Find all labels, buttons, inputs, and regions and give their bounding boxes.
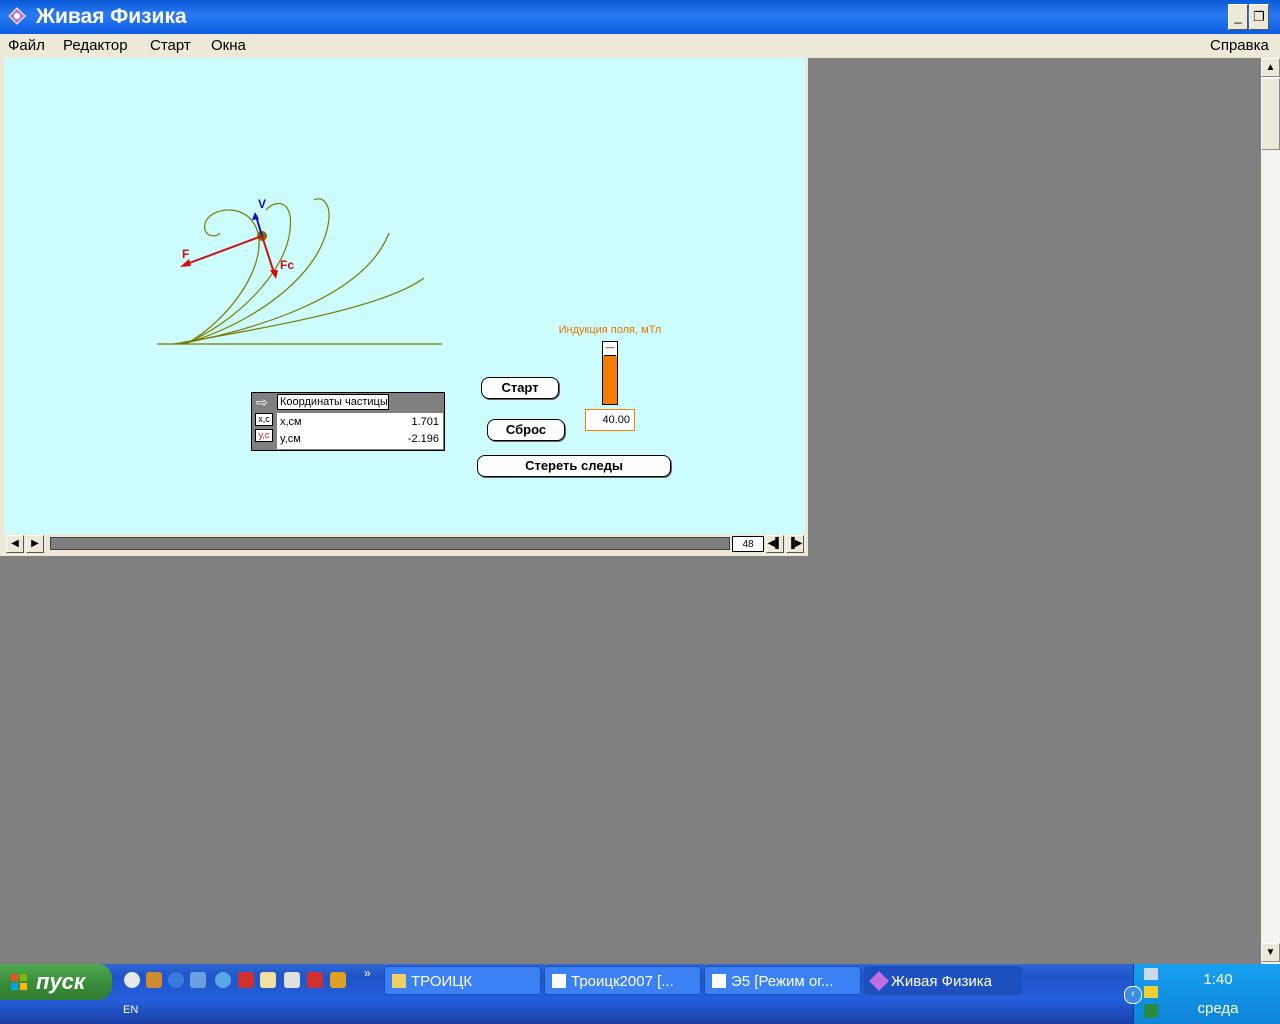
task-troitsk2007[interactable]: Троицк2007 [... — [544, 966, 701, 995]
reset-button[interactable]: Сброс — [487, 419, 565, 441]
explorer-icon[interactable] — [190, 972, 206, 988]
trajectory-3 — [181, 198, 330, 345]
tag-y: y,c — [255, 429, 273, 442]
coord-value-x: 1.701 — [411, 416, 439, 428]
start-label: пуск — [36, 969, 86, 994]
title-bar: Живая Физика _ ❐ — [0, 0, 1280, 34]
security-tray-icon[interactable] — [1144, 986, 1158, 998]
start-menu-button[interactable]: пуск — [0, 964, 112, 1000]
app-tray-icon[interactable] — [1144, 1004, 1158, 1018]
simulation-window: F Fc V ⇨ Координаты частицы x,c y,c x,см… — [0, 58, 808, 556]
step-back-icon[interactable]: ◀ — [6, 535, 24, 553]
folder-icon — [392, 974, 406, 988]
rewind-icon[interactable]: ◀▌ — [766, 535, 784, 553]
help-icon[interactable] — [307, 972, 323, 988]
timeline-track[interactable] — [50, 537, 730, 550]
open-book-icon[interactable] — [260, 972, 276, 988]
coordinates-table: x,см 1.701 y,см -2.196 — [277, 413, 443, 449]
vertical-scrollbar[interactable]: ▲ ▼ — [1261, 58, 1280, 964]
menu-edit[interactable]: Редактор — [63, 37, 128, 54]
network-tray-icon[interactable] — [1144, 968, 1158, 980]
media-player-icon[interactable] — [124, 972, 140, 988]
coordinates-title: Координаты частицы — [277, 394, 389, 410]
field-slider-fill — [603, 355, 617, 404]
clock-time[interactable]: 1:40 — [1194, 971, 1242, 988]
menu-start[interactable]: Старт — [150, 37, 191, 54]
internet-explorer-icon[interactable] — [168, 972, 184, 988]
clear-traces-button[interactable]: Стереть следы — [477, 455, 671, 477]
app-icon — [8, 7, 26, 25]
force-vector-f — [183, 235, 263, 266]
minimize-button[interactable]: _ — [1228, 4, 1248, 30]
zhivaya-fizika-icon — [869, 971, 889, 991]
taskbar: пуск » ТРОИЦК Троицк2007 [... Э5 [Режим … — [0, 964, 1280, 1024]
clock-day: среда — [1197, 1000, 1239, 1017]
field-slider-label: Индукция поля, мТл — [558, 324, 662, 336]
arrow-right-icon[interactable]: ⇨ — [256, 395, 274, 409]
chevron-more-icon[interactable]: » — [364, 966, 371, 980]
field-slider[interactable]: — — [602, 341, 618, 405]
label-v: V — [258, 197, 266, 211]
coord-row-x: x,см 1.701 — [277, 414, 443, 431]
timeline-bar: ◀ ▶ 48 ◀▌ ▐▶ — [4, 534, 805, 555]
scroll-down-icon[interactable]: ▼ — [1261, 943, 1280, 962]
menu-bar: Файл Редактор Старт Окна Справка — [0, 34, 1280, 58]
window-title: Живая Физика — [36, 5, 187, 28]
fast-forward-icon[interactable]: ▐▶ — [786, 535, 804, 553]
scroll-thumb[interactable] — [1261, 78, 1280, 150]
simulation-canvas[interactable]: F Fc V — [4, 58, 805, 534]
task-label: Живая Физика — [891, 973, 992, 990]
field-value-input[interactable]: 40.00 — [585, 409, 635, 431]
task-troitsk[interactable]: ТРОИЦК — [384, 966, 541, 995]
search-icon[interactable] — [215, 972, 231, 988]
language-indicator[interactable]: EN — [123, 1004, 138, 1016]
frame-counter: 48 — [732, 536, 764, 552]
restore-button[interactable]: ❐ — [1249, 4, 1269, 30]
menu-windows[interactable]: Окна — [211, 37, 246, 54]
system-tray: ‹ 1:40 среда — [1124, 964, 1280, 1024]
pencil-icon[interactable] — [330, 972, 346, 988]
step-forward-icon[interactable]: ▶ — [26, 535, 44, 553]
tray-expand-icon[interactable]: ‹ — [1124, 986, 1142, 1004]
menu-file[interactable]: Файл — [8, 37, 45, 54]
help-book-icon[interactable] — [238, 972, 254, 988]
task-label: ТРОИЦК — [411, 973, 473, 990]
start-button[interactable]: Старт — [481, 377, 559, 399]
task-e5[interactable]: Э5 [Режим ог... — [704, 966, 861, 995]
menu-help[interactable]: Справка — [1210, 37, 1269, 54]
trajectories — [173, 198, 425, 345]
coord-name-x: x,см — [280, 416, 302, 428]
task-label: Троицк2007 [... — [571, 973, 674, 990]
coordinates-panel[interactable]: ⇨ Координаты частицы x,c y,c x,см 1.701 … — [251, 392, 445, 451]
trajectory-5 — [185, 209, 260, 345]
document-icon — [712, 974, 726, 988]
label-f: F — [182, 247, 189, 261]
coord-value-y: -2.196 — [407, 433, 439, 445]
scroll-up-icon[interactable]: ▲ — [1261, 58, 1280, 77]
windows-flag-icon — [11, 974, 27, 990]
coord-row-y: y,см -2.196 — [277, 431, 443, 448]
task-zhivaya-fizika[interactable]: Живая Физика — [864, 966, 1022, 995]
coord-name-y: y,см — [280, 433, 301, 445]
tag-x: x,c — [255, 413, 273, 426]
velocity-arrowhead — [252, 212, 259, 220]
printer-icon[interactable] — [284, 972, 300, 988]
network-icon[interactable] — [146, 972, 162, 988]
task-label: Э5 [Режим ог... — [731, 973, 834, 990]
label-fc: Fc — [280, 258, 294, 272]
document-icon — [552, 974, 566, 988]
field-slider-thumb[interactable]: — — [604, 343, 616, 356]
